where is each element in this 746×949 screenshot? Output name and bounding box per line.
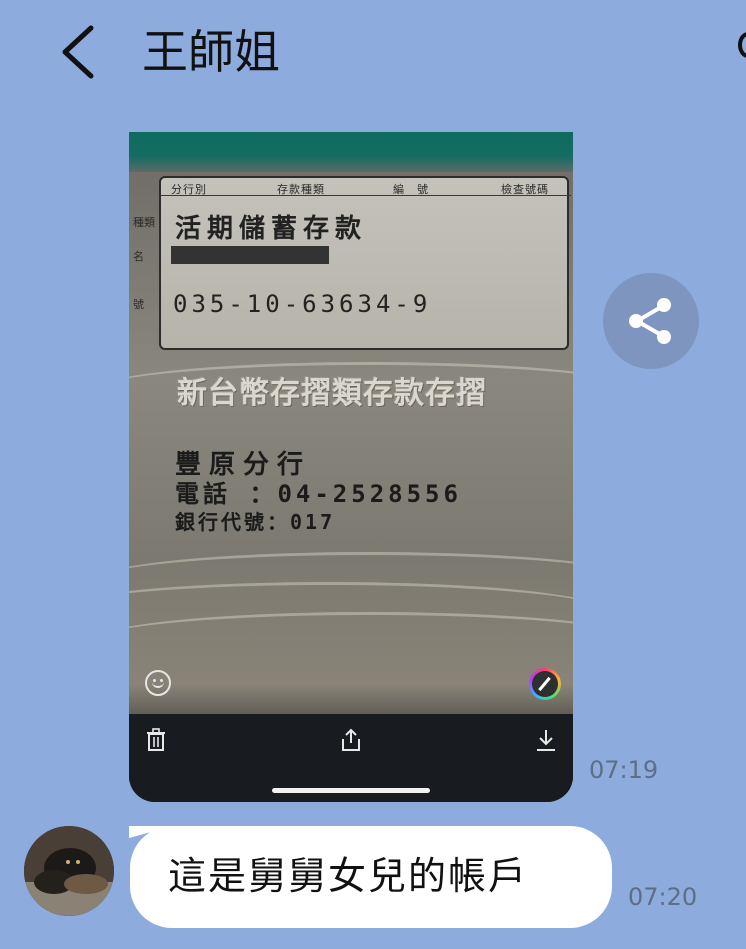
chat-title: 王師姐: [142, 25, 280, 79]
passbook-slip: 分行別 存款種類 編 號 檢查號碼 活期儲蓄存款 035-10-63634-9: [159, 176, 571, 350]
back-button[interactable]: [55, 22, 105, 82]
dog-photo: [24, 826, 114, 916]
passbook-title: 新台幣存摺類存款存摺: [177, 376, 487, 411]
partial-icon: [738, 32, 746, 58]
download-icon[interactable]: [535, 728, 557, 752]
account-type: 活期儲蓄存款: [175, 214, 368, 244]
smile-mouth: [152, 681, 164, 688]
share-icon: [629, 298, 671, 344]
chevron-left-icon: [62, 25, 94, 79]
trash-icon[interactable]: [145, 728, 167, 752]
message-text: 這是舅舅女兒的帳戶: [168, 854, 529, 898]
slip-header-type: 存款種類: [277, 183, 325, 196]
bank-code: 銀行代號：017: [175, 510, 336, 534]
side-label-name: 名: [133, 250, 144, 263]
message-time: 07:20: [628, 883, 698, 911]
image-message[interactable]: 分行別 存款種類 編 號 檢查號碼 活期儲蓄存款 035-10-63634-9 …: [129, 132, 573, 802]
avatar[interactable]: [24, 826, 114, 916]
redacted-name: [171, 246, 329, 264]
pencil-icon[interactable]: [529, 668, 561, 700]
chat-header: 王師姐: [0, 0, 746, 110]
photo-wave: [129, 612, 573, 672]
account-number: 035-10-63634-9: [173, 290, 432, 318]
share-button[interactable]: [603, 273, 699, 369]
slip-headers: 分行別 存款種類 編 號 檢查號碼: [161, 180, 571, 196]
slip-header-branch: 分行別: [171, 183, 207, 196]
slip-header-check: 檢查號碼: [501, 183, 549, 196]
pencil-glyph: [532, 671, 558, 697]
smile-icon[interactable]: [145, 670, 171, 696]
message-time: 07:19: [589, 756, 659, 784]
side-label-number: 號: [133, 298, 144, 311]
message-bubble[interactable]: 這是舅舅女兒的帳戶: [130, 826, 612, 928]
home-indicator: [272, 788, 430, 793]
upload-icon[interactable]: [340, 728, 362, 752]
photo-top-strip: [129, 132, 573, 172]
passbook-photo: 分行別 存款種類 編 號 檢查號碼 活期儲蓄存款 035-10-63634-9 …: [129, 132, 573, 802]
branch-phone: 電話 ：04-2528556: [175, 480, 462, 508]
slip-header-number: 編 號: [393, 183, 429, 196]
side-label-type: 種類: [133, 216, 155, 229]
